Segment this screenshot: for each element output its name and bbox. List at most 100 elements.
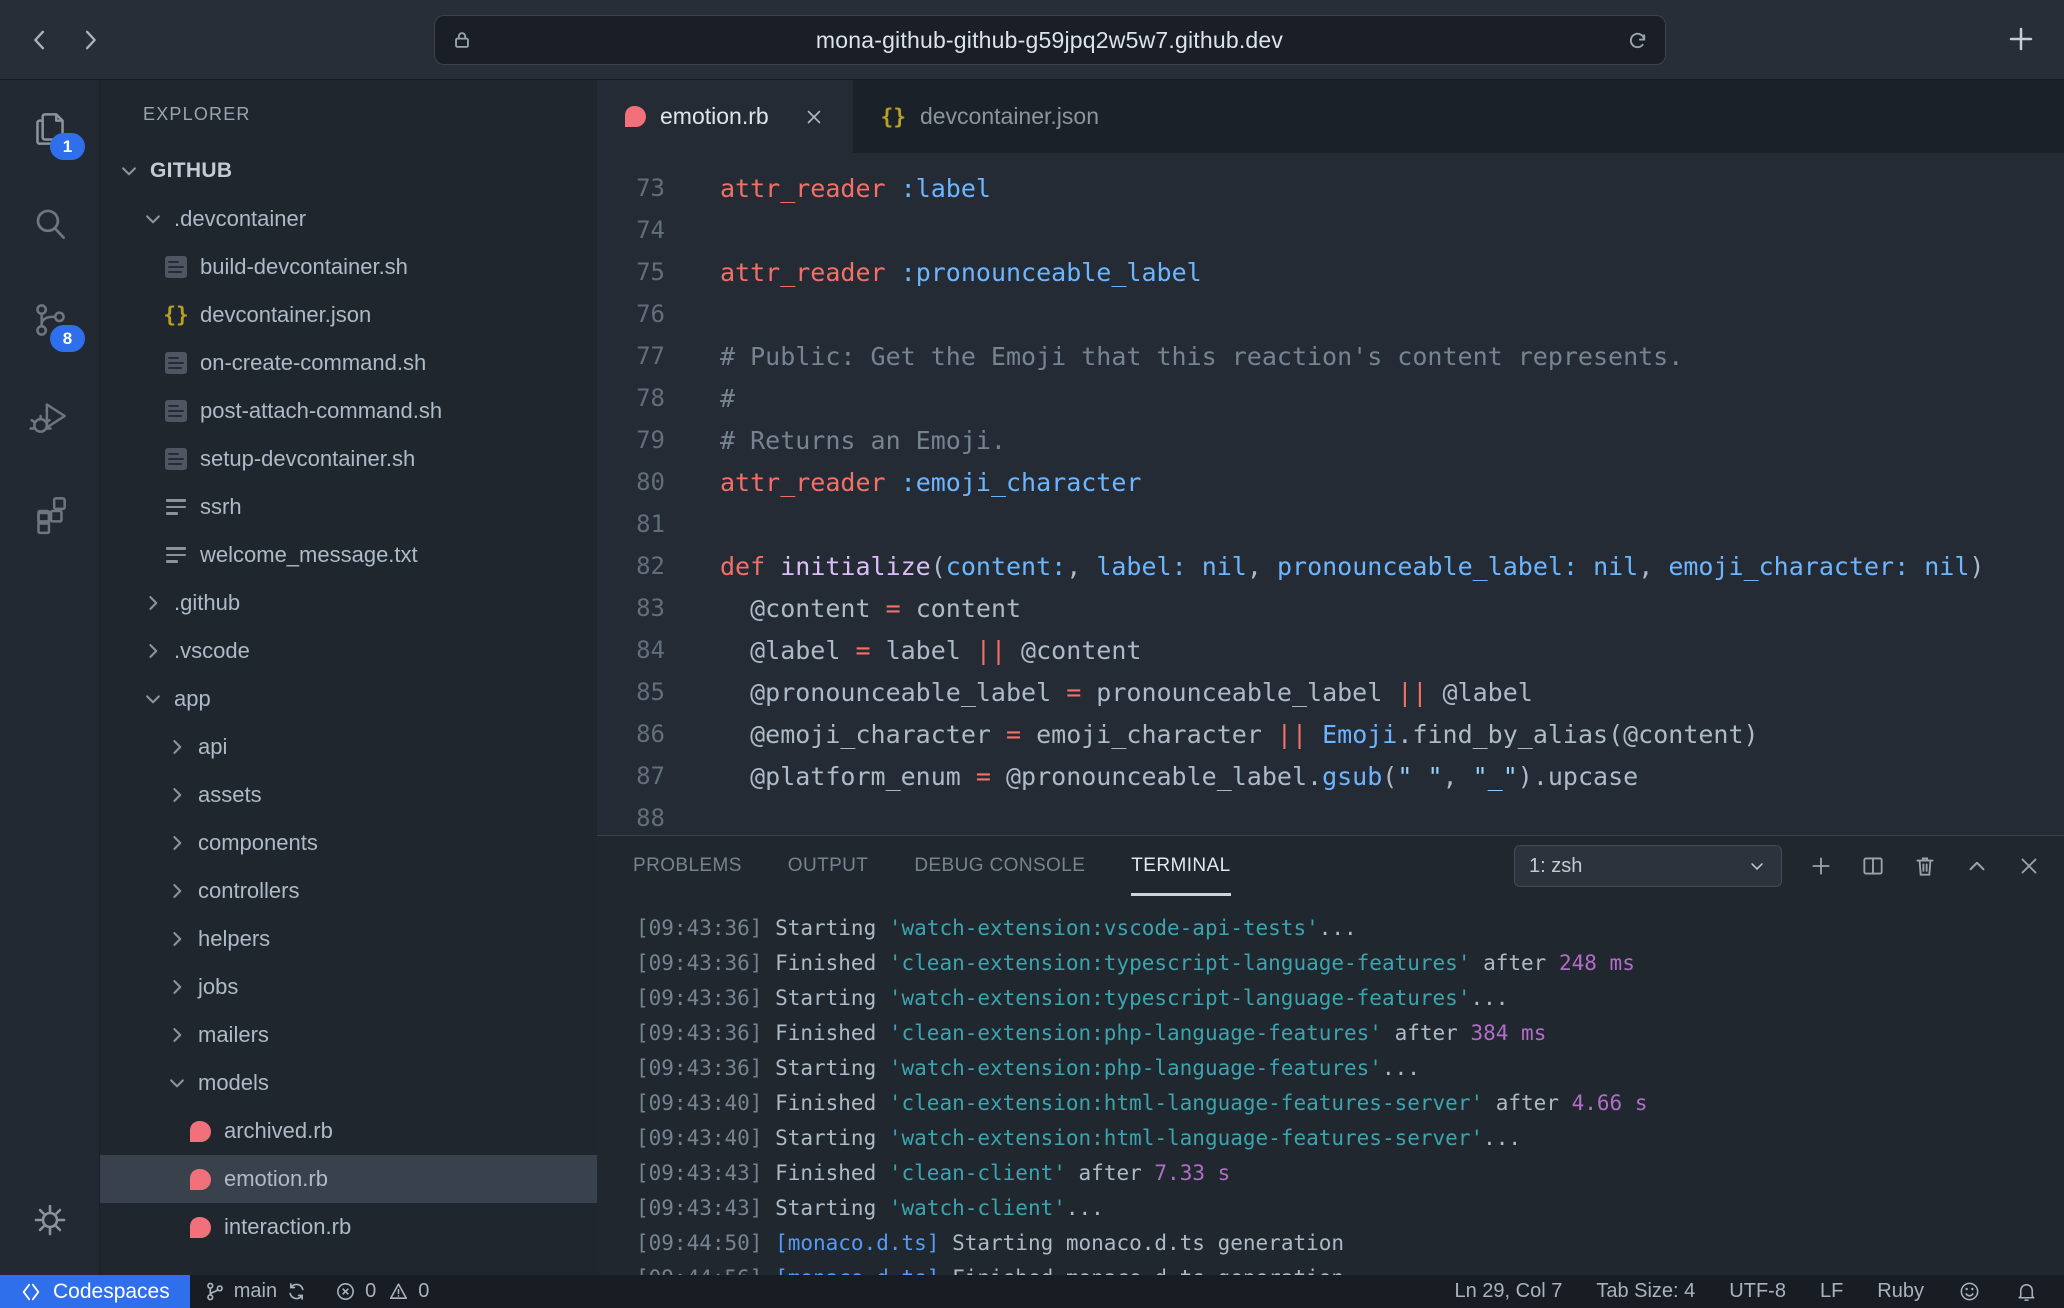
tree-item-devcontainer-json[interactable]: {}devcontainer.json bbox=[100, 291, 597, 339]
explorer-title: EXPLORER bbox=[100, 80, 597, 135]
tree-item-controllers[interactable]: controllers bbox=[100, 867, 597, 915]
tab-devcontainer-json[interactable]: {} devcontainer.json bbox=[853, 80, 1127, 153]
panel-tab-problems[interactable]: PROBLEMS bbox=[633, 836, 742, 896]
code-line-86: 86 @emoji_character = emoji_character ||… bbox=[597, 713, 2064, 755]
code-text: @content = content bbox=[665, 594, 1021, 623]
feedback-smiley-icon[interactable] bbox=[1958, 1280, 1981, 1303]
activity-run-debug[interactable] bbox=[0, 368, 99, 464]
tree-item-api[interactable]: api bbox=[100, 723, 597, 771]
code-line-83: 83 @content = content bbox=[597, 587, 2064, 629]
chevron-right-icon bbox=[164, 878, 190, 904]
codespaces-label: Codespaces bbox=[53, 1280, 170, 1304]
text-file-icon bbox=[166, 499, 186, 515]
tree-item--github[interactable]: .github bbox=[100, 579, 597, 627]
refresh-icon[interactable] bbox=[1626, 29, 1649, 52]
editor-group: emotion.rb {} devcontainer.json 73attr_r… bbox=[597, 80, 2064, 1275]
close-panel-icon[interactable] bbox=[2016, 853, 2042, 879]
chevron-down-icon bbox=[164, 1070, 190, 1096]
activity-extensions[interactable] bbox=[0, 464, 99, 560]
code-text: # bbox=[665, 384, 735, 413]
encoding[interactable]: UTF-8 bbox=[1729, 1280, 1786, 1303]
line-number: 80 bbox=[597, 468, 665, 496]
tree-item-build-devcontainer-sh[interactable]: build-devcontainer.sh bbox=[100, 243, 597, 291]
split-terminal-icon[interactable] bbox=[1860, 853, 1886, 879]
new-terminal-icon[interactable] bbox=[1808, 853, 1834, 879]
panel-tab-output[interactable]: OUTPUT bbox=[788, 836, 869, 896]
tree-item-welcome-message-txt[interactable]: welcome_message.txt bbox=[100, 531, 597, 579]
tree-item-label: assets bbox=[198, 782, 262, 808]
tree-item-post-attach-command-sh[interactable]: post-attach-command.sh bbox=[100, 387, 597, 435]
tab-emotion-rb[interactable]: emotion.rb bbox=[597, 80, 853, 153]
panel-tab-terminal[interactable]: TERMINAL bbox=[1131, 836, 1230, 896]
settings-gear-icon[interactable] bbox=[0, 1175, 99, 1265]
activity-search[interactable] bbox=[0, 176, 99, 272]
forward-icon[interactable] bbox=[76, 26, 104, 54]
panel-tab-debug-console[interactable]: DEBUG CONSOLE bbox=[914, 836, 1085, 896]
tree-item-helpers[interactable]: helpers bbox=[100, 915, 597, 963]
terminal-line: [09:43:36] Starting 'watch-extension:php… bbox=[636, 1050, 2064, 1085]
terminal-picker-dropdown[interactable]: 1: zsh bbox=[1514, 845, 1782, 887]
tree-item-label: app bbox=[174, 686, 211, 712]
tree-item--devcontainer[interactable]: .devcontainer bbox=[100, 195, 597, 243]
activity-bar: 1 8 bbox=[0, 80, 100, 1275]
code-editor[interactable]: 73attr_reader :label7475attr_reader :pro… bbox=[597, 153, 2064, 835]
tree-item-models[interactable]: models bbox=[100, 1059, 597, 1107]
shell-file-icon bbox=[165, 256, 187, 278]
language-mode[interactable]: Ruby bbox=[1877, 1280, 1924, 1303]
chevron-down-icon bbox=[1747, 856, 1767, 876]
tree-item-app[interactable]: app bbox=[100, 675, 597, 723]
tab-label: emotion.rb bbox=[660, 103, 769, 130]
tree-item-label: setup-devcontainer.sh bbox=[200, 446, 415, 472]
close-tab-icon[interactable] bbox=[803, 106, 825, 128]
tree-item-label: mailers bbox=[198, 1022, 269, 1048]
tree-item-interaction-rb[interactable]: interaction.rb bbox=[100, 1203, 597, 1251]
maximize-panel-chevron-icon[interactable] bbox=[1964, 853, 1990, 879]
tree-item-setup-devcontainer-sh[interactable]: setup-devcontainer.sh bbox=[100, 435, 597, 483]
lock-icon bbox=[451, 29, 473, 51]
cursor-position[interactable]: Ln 29, Col 7 bbox=[1454, 1280, 1562, 1303]
line-number: 76 bbox=[597, 300, 665, 328]
code-text: @label = label || @content bbox=[665, 636, 1141, 665]
code-text: # Public: Get the Emoji that this reacti… bbox=[665, 342, 1683, 371]
git-branch-icon bbox=[204, 1281, 225, 1302]
branch-status[interactable]: main bbox=[190, 1275, 321, 1308]
tree-item--vscode[interactable]: .vscode bbox=[100, 627, 597, 675]
new-tab-icon[interactable] bbox=[2006, 24, 2036, 54]
terminal-line: [09:43:36] Starting 'watch-extension:typ… bbox=[636, 980, 2064, 1015]
line-number: 77 bbox=[597, 342, 665, 370]
tree-item-jobs[interactable]: jobs bbox=[100, 963, 597, 1011]
eol-indicator[interactable]: LF bbox=[1820, 1280, 1843, 1303]
activity-explorer[interactable]: 1 bbox=[0, 80, 99, 176]
sync-icon bbox=[286, 1281, 307, 1302]
terminal-line: [09:43:40] Starting 'watch-extension:htm… bbox=[636, 1120, 2064, 1155]
chevron-right-icon bbox=[164, 782, 190, 808]
tree-item-label: .devcontainer bbox=[174, 206, 306, 232]
tree-item-github[interactable]: GITHUB bbox=[100, 147, 597, 195]
notifications-bell-icon[interactable] bbox=[2015, 1280, 2038, 1303]
code-text: attr_reader :pronounceable_label bbox=[665, 258, 1202, 287]
terminal-output[interactable]: [09:43:36] Starting 'watch-extension:vsc… bbox=[597, 896, 2064, 1275]
code-line-74: 74 bbox=[597, 209, 2064, 251]
tree-item-components[interactable]: components bbox=[100, 819, 597, 867]
line-number: 87 bbox=[597, 762, 665, 790]
tab-size[interactable]: Tab Size: 4 bbox=[1596, 1280, 1695, 1303]
tree-item-mailers[interactable]: mailers bbox=[100, 1011, 597, 1059]
code-text: @emoji_character = emoji_character || Em… bbox=[665, 720, 1759, 749]
back-icon[interactable] bbox=[26, 26, 54, 54]
address-bar[interactable]: mona-github-github-g59jpq2w5w7.github.de… bbox=[434, 15, 1666, 65]
terminal-picker-value: 1: zsh bbox=[1529, 855, 1739, 878]
tree-item-label: components bbox=[198, 830, 318, 856]
codespaces-status[interactable]: Codespaces bbox=[0, 1275, 190, 1308]
tree-item-on-create-command-sh[interactable]: on-create-command.sh bbox=[100, 339, 597, 387]
status-bar: Codespaces main 0 0 Ln 29, Col 7 Tab Si bbox=[0, 1275, 2064, 1308]
editor-tab-bar: emotion.rb {} devcontainer.json bbox=[597, 80, 2064, 153]
file-tree[interactable]: GITHUB .devcontainer build-devcontainer.sh… bbox=[100, 147, 597, 1251]
tree-item-ssrh[interactable]: ssrh bbox=[100, 483, 597, 531]
tree-item-archived-rb[interactable]: archived.rb bbox=[100, 1107, 597, 1155]
tree-item-emotion-rb[interactable]: emotion.rb bbox=[100, 1155, 597, 1203]
tree-item-label: .vscode bbox=[174, 638, 250, 664]
tree-item-assets[interactable]: assets bbox=[100, 771, 597, 819]
activity-source-control[interactable]: 8 bbox=[0, 272, 99, 368]
kill-terminal-trash-icon[interactable] bbox=[1912, 853, 1938, 879]
problems-status[interactable]: 0 0 bbox=[321, 1275, 443, 1308]
